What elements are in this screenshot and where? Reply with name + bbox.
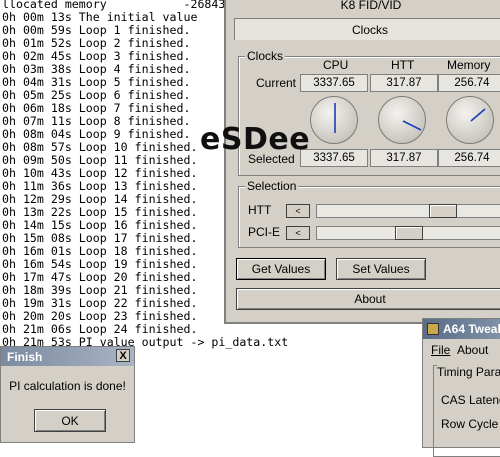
htt-slider[interactable] — [316, 204, 500, 218]
col-htt: HTT — [391, 58, 415, 72]
col-cpu: CPU — [323, 58, 349, 72]
tab-strip: Clocks — [234, 18, 500, 40]
tab-clocks[interactable]: Clocks — [234, 18, 500, 40]
current-htt: 317.87 — [370, 74, 438, 92]
clocks-group-title: Clocks — [245, 49, 286, 63]
menu-file[interactable]: File — [431, 343, 450, 357]
finish-dialog: Finish X PI calculation is done! OK — [0, 346, 135, 443]
memory-dial — [446, 96, 494, 144]
htt-dial — [378, 96, 426, 144]
get-values-button[interactable]: Get Values — [236, 258, 326, 280]
k8-fidvid-window: K8 FID/VID Clocks Clocks CPU HTT Memory … — [224, 0, 500, 324]
htt-slider-label: HTT — [248, 203, 272, 217]
selection-group-title: Selection — [245, 179, 299, 193]
a64-title: A64 Tweak — [443, 322, 500, 336]
cas-latency-label: CAS Latency — [441, 393, 500, 407]
about-button[interactable]: About — [236, 288, 500, 310]
a64-tweaker-window: A64 Tweak File About Timing Param CAS La… — [422, 318, 500, 457]
finish-title-bar: Finish — [1, 347, 134, 366]
close-icon[interactable]: X — [116, 349, 130, 362]
a64-title-bar: A64 Tweak — [423, 319, 500, 339]
ok-button[interactable]: OK — [34, 409, 106, 432]
current-cpu: 3337.65 — [300, 74, 368, 92]
finish-message: PI calculation is done! — [9, 379, 126, 393]
app-icon — [427, 323, 439, 335]
k8-window-title: K8 FID/VID — [340, 0, 402, 12]
col-memory: Memory — [447, 58, 491, 72]
finish-title: Finish — [7, 349, 43, 364]
pcie-slider-left-button[interactable]: < — [286, 226, 310, 240]
pcie-slider-thumb[interactable] — [395, 226, 423, 240]
memory-dial-needle — [470, 108, 486, 122]
selected-htt: 317.87 — [370, 149, 438, 167]
htt-dial-needle — [402, 120, 422, 131]
selected-cpu: 3337.65 — [300, 149, 368, 167]
selected-memory: 256.74 — [438, 149, 500, 167]
cpu-dial-needle — [334, 103, 336, 133]
pcie-slider[interactable] — [316, 226, 500, 240]
current-label: Current — [256, 76, 297, 90]
htt-slider-left-button[interactable]: < — [286, 204, 310, 218]
row-cycle-label: Row Cycle T — [441, 417, 500, 431]
htt-slider-thumb[interactable] — [429, 204, 457, 218]
overlay-text: eSDee — [200, 122, 311, 157]
set-values-button[interactable]: Set Values — [336, 258, 426, 280]
pcie-slider-label: PCI-E — [248, 225, 281, 239]
cpu-dial — [310, 96, 358, 144]
current-memory: 256.74 — [438, 74, 500, 92]
timing-param-title: Timing Param — [437, 365, 500, 379]
menu-about[interactable]: About — [457, 343, 488, 357]
